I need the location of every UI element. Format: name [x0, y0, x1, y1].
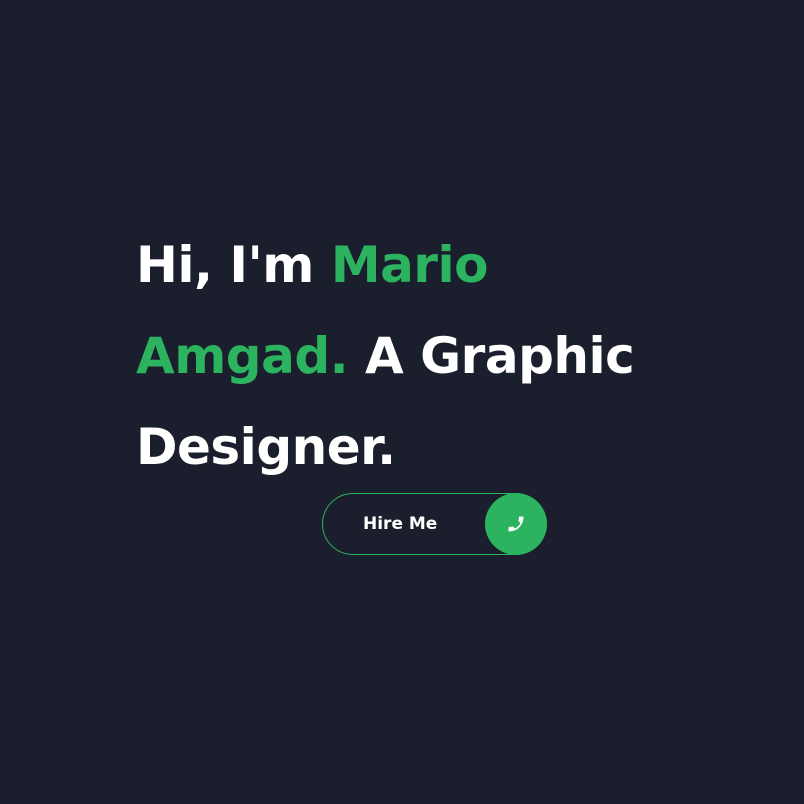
- hire-me-label: Hire Me: [363, 514, 438, 534]
- hire-me-button[interactable]: Hire Me: [322, 493, 547, 555]
- hero-name-first: Mario: [330, 236, 489, 294]
- hero-role-part1: A Graphic: [348, 327, 635, 385]
- hero-name-last: Amgad.: [136, 327, 349, 385]
- hero-section: Hi, I'm Mario Amgad. A Graphic Designer. H…: [0, 0, 804, 804]
- hero-role-part2: Designer.: [136, 418, 396, 476]
- phone-glyph: [508, 516, 524, 532]
- hero-heading: Hi, I'm Mario Amgad. A Graphic Designer.: [136, 220, 756, 493]
- phone-icon[interactable]: [485, 493, 547, 555]
- hero-greeting: Hi, I'm: [136, 236, 331, 294]
